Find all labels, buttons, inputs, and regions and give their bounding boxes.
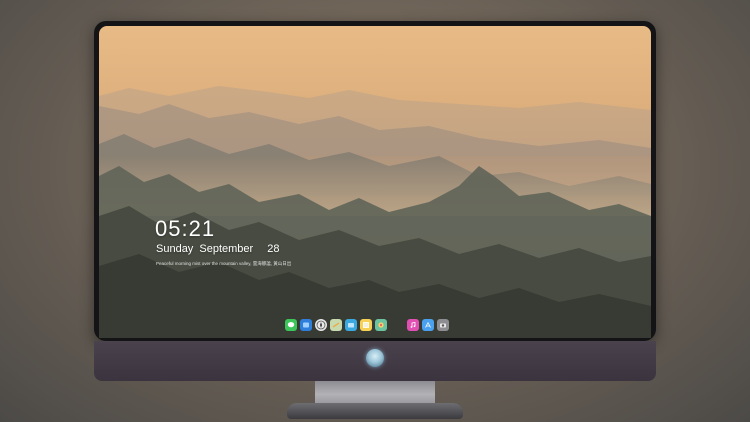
- safari-icon[interactable]: [315, 318, 327, 331]
- finder-icon[interactable]: [300, 318, 312, 331]
- monitor-stand-base: [287, 403, 463, 419]
- monitor: 05:21 Sunday September 28 Peaceful morni…: [94, 21, 656, 381]
- messages-icon[interactable]: [285, 318, 297, 331]
- dock: [285, 317, 449, 332]
- camera-icon[interactable]: [437, 318, 449, 331]
- mountain-wallpaper: [99, 86, 651, 338]
- lock-screen-clock: 05:21: [155, 216, 216, 241]
- app-store-icon[interactable]: [422, 318, 434, 331]
- date-weekday: Sunday: [156, 243, 194, 255]
- date-day: 28: [267, 243, 280, 255]
- music-icon[interactable]: [407, 318, 419, 331]
- brand-logo-icon: [366, 349, 384, 367]
- maps-icon[interactable]: [330, 318, 342, 331]
- files-icon[interactable]: [345, 318, 357, 331]
- photos-icon[interactable]: [375, 318, 387, 331]
- lock-screen[interactable]: 05:21 Sunday September 28 Peaceful morni…: [99, 26, 651, 338]
- monitor-bezel: 05:21 Sunday September 28 Peaceful morni…: [94, 21, 656, 341]
- date-month: September: [199, 243, 254, 255]
- monitor-stand: [315, 381, 435, 403]
- notes-icon[interactable]: [360, 318, 372, 331]
- lock-screen-date: Sunday September 28: [156, 243, 283, 255]
- wallpaper-caption: Peaceful morning mist over the mountain …: [156, 261, 292, 266]
